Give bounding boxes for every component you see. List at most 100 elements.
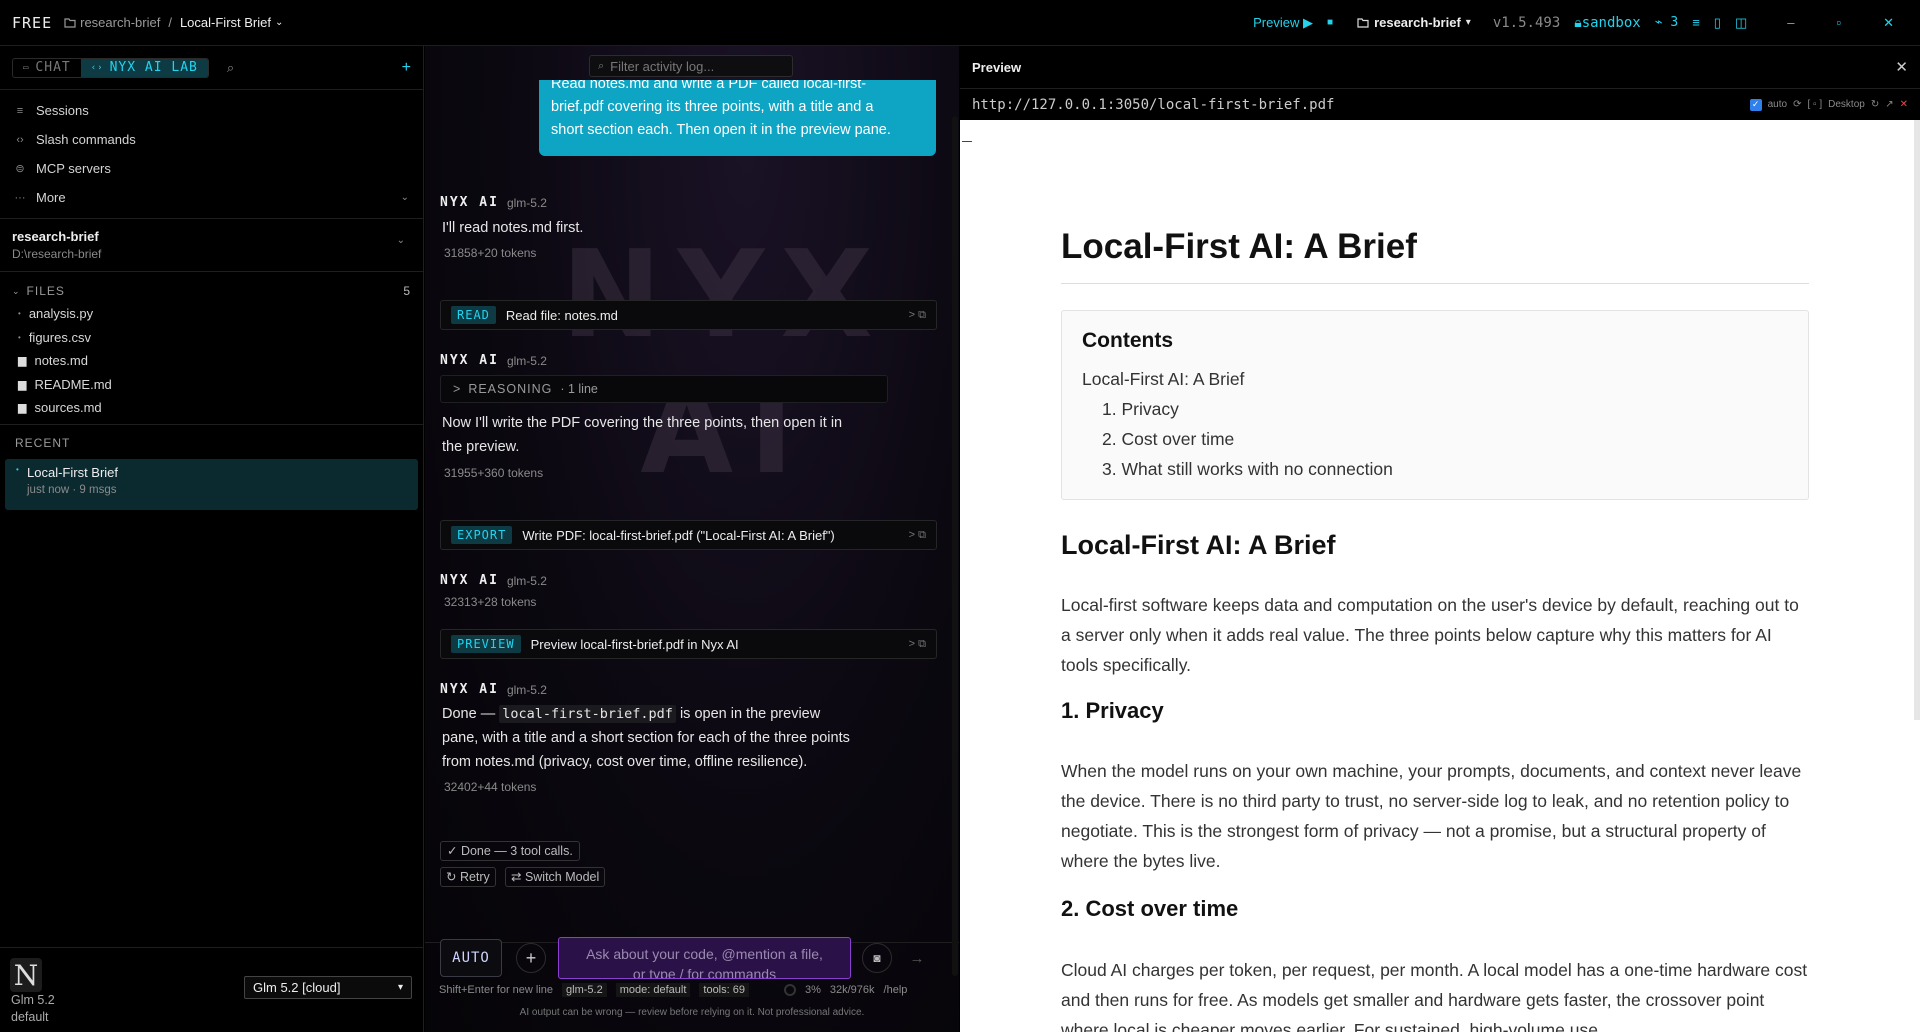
doc-heading: Local-First AI: A Brief — [1061, 530, 1336, 560]
device-frame-icon[interactable]: [ ▫ ] — [1807, 99, 1822, 110]
attach-button[interactable]: + — [516, 943, 546, 973]
menu-icon[interactable]: ≡ — [1692, 15, 1700, 30]
files-header[interactable]: ⌄ FILES 5 — [0, 280, 423, 302]
add-icon[interactable]: + — [402, 59, 411, 77]
close-icon[interactable]: ✕ — [1895, 58, 1908, 76]
project-name: research-brief — [12, 229, 99, 244]
sidebar-item-slash-commands[interactable]: ‹› Slash commands — [0, 125, 423, 154]
chevron-down-icon[interactable]: ⌄ — [275, 17, 283, 28]
files-panel: ⌄ FILES 5 • analysis.py • figures.csv ▆ notes… — [0, 272, 423, 424]
tab-lab-label: NYX AI LAB — [109, 60, 198, 75]
scrollbar[interactable] — [1914, 120, 1920, 720]
play-icon: ▶ — [1303, 14, 1314, 30]
scrollbar[interactable] — [952, 116, 958, 976]
recent-session-card[interactable]: • Local-First Brief just now · 9 msgs — [5, 458, 418, 510]
switch-model-button[interactable]: ⇄ Switch Model — [505, 867, 606, 887]
close-preview-icon[interactable]: ✕ — [1900, 99, 1908, 110]
sandbox-badge[interactable]: 🔒︎sandbox — [1574, 15, 1640, 31]
doc-title: Local-First AI: A Brief — [1061, 227, 1417, 266]
chat-input[interactable]: Ask about your code, @mention a file, or… — [558, 937, 851, 979]
assistant-text-line: from notes.md (privacy, cost over time, … — [442, 754, 808, 770]
assistant-name: NYX AI — [440, 353, 499, 368]
file-name: sources.md — [34, 400, 102, 416]
panel-toggle-icon[interactable]: ◫ — [1735, 15, 1747, 31]
breadcrumb-project[interactable]: research-brief — [80, 15, 160, 30]
file-item[interactable]: ▆ sources.md — [0, 396, 423, 420]
help-link[interactable]: /help — [884, 984, 908, 996]
toc-item[interactable]: Local-First AI: A Brief — [1082, 369, 1788, 399]
status-tools: tools: 69 — [699, 983, 749, 997]
expand-icon[interactable]: > ⧉ — [909, 638, 926, 651]
activity-icon: ⌁ — [1654, 15, 1663, 30]
status-mode: mode: default — [615, 983, 691, 997]
tool-call-preview[interactable]: PREVIEW Preview local-first-brief.pdf in … — [440, 629, 937, 659]
toc-item[interactable]: 3. What still works with no connection — [1082, 459, 1788, 489]
minimize-icon[interactable]: – — [1787, 15, 1794, 30]
preview-run-button[interactable]: Preview ▶ — [1253, 15, 1313, 31]
activity-count: 3 — [1670, 15, 1679, 30]
assistant-model: glm-5.2 — [506, 195, 547, 210]
user-message-line: Read notes.md and write a PDF called loc… — [551, 80, 867, 92]
open-external-icon[interactable]: ↗ — [1885, 99, 1893, 110]
chat-panel: NYX AI ⌕ Filter activity log... Read not… — [425, 46, 959, 1032]
tool-text: Read file: notes.md — [505, 307, 618, 323]
close-icon[interactable]: ✕ — [1883, 15, 1894, 31]
workspace-selector[interactable]: research-brief ▾ — [1357, 15, 1471, 30]
pdf-document: Local-First AI: A Brief Contents Local-F… — [960, 120, 1920, 1032]
context-tokens: 32k/976k — [829, 984, 875, 996]
expand-icon[interactable]: > ⧉ — [909, 309, 926, 322]
maximize-icon[interactable]: ▫ — [1836, 15, 1841, 30]
status-row: Shift+Enter for new line glm-5.2 mode: d… — [439, 981, 949, 999]
sidebar-item-label: More — [36, 190, 66, 205]
sidebar-item-mcp-servers[interactable]: ⊜ MCP servers — [0, 154, 423, 183]
user-message-line: brief.pdf covering its three points, wit… — [551, 99, 874, 115]
watermark-top: NYX — [561, 226, 889, 365]
assistant-text-line: the preview. — [442, 439, 520, 455]
file-item[interactable]: ▆ notes.md — [0, 349, 423, 373]
chat-input-placeholder: Ask about your code, @mention a file, or… — [586, 946, 823, 979]
retry-button[interactable]: ↻ Retry — [440, 867, 496, 887]
folder-icon — [1357, 17, 1369, 28]
search-icon[interactable]: ⌕ — [227, 60, 234, 76]
assistant-name: NYX AI — [440, 682, 499, 697]
breadcrumb-session[interactable]: Local-First Brief — [180, 15, 271, 30]
screenshot-button[interactable]: ◙ — [862, 943, 892, 973]
reload-icon[interactable]: ↻ — [1871, 99, 1879, 110]
reasoning-label: REASONING — [468, 382, 553, 396]
ellipsis-icon: ··· — [14, 191, 26, 204]
file-item[interactable]: • figures.csv — [0, 326, 423, 350]
file-item[interactable]: ▆ README.md — [0, 373, 423, 397]
assistant-text: Now I'll write the PDF covering the thre… — [442, 411, 842, 459]
expand-icon[interactable]: > ⧉ — [909, 529, 926, 542]
send-button[interactable]: → — [902, 943, 932, 973]
doc-cursor — [962, 141, 972, 142]
auto-checkbox[interactable]: ✓ — [1749, 98, 1762, 111]
tool-tag: EXPORT — [451, 526, 513, 544]
toc-item[interactable]: 1. Privacy — [1082, 399, 1788, 429]
activity-filter[interactable]: ⌕ Filter activity log... — [589, 55, 793, 77]
newline-hint: Shift+Enter for new line — [439, 984, 554, 996]
toc-item[interactable]: 2. Cost over time — [1082, 429, 1788, 459]
tool-call-export[interactable]: EXPORT Write PDF: local-first-brief.pdf (… — [440, 520, 937, 550]
refresh-icon[interactable]: ⟳ — [1793, 99, 1801, 110]
footer-model-name: Glm 5.2 — [11, 993, 55, 1007]
project-selector[interactable]: research-brief D:\research-brief ⌄ — [0, 219, 423, 272]
tool-call-read[interactable]: READ Read file: notes.md > ⧉ — [440, 300, 937, 330]
stop-icon[interactable]: ■ — [1327, 17, 1333, 28]
preview-url[interactable]: http://127.0.0.1:3050/local-first-brief.… — [972, 97, 1334, 113]
tab-nyx-ai-lab[interactable]: ‹› NYX AI LAB — [80, 58, 208, 77]
tab-chat[interactable]: ▭ CHAT — [13, 59, 81, 77]
sidebar-toggle-icon[interactable]: ▯ — [1714, 15, 1721, 31]
activity-counter[interactable]: ⌁ 3 — [1655, 15, 1678, 30]
model-select[interactable]: Glm 5.2 [cloud] ▾ — [244, 976, 412, 999]
files-header-label: FILES — [26, 284, 65, 298]
sidebar-item-more[interactable]: ··· More ⌄ — [0, 183, 423, 212]
token-count: 31955+360 tokens — [444, 466, 544, 480]
sidebar-item-sessions[interactable]: ≡ Sessions — [0, 96, 423, 125]
reasoning-toggle[interactable]: > REASONING · 1 line — [440, 375, 888, 403]
auto-mode-button[interactable]: AUTO — [440, 939, 502, 977]
assistant-text-line: Now I'll write the PDF covering the thre… — [442, 415, 843, 431]
file-item[interactable]: • analysis.py — [0, 302, 423, 326]
device-label[interactable]: Desktop — [1828, 99, 1865, 110]
dot-icon: • — [18, 332, 21, 342]
